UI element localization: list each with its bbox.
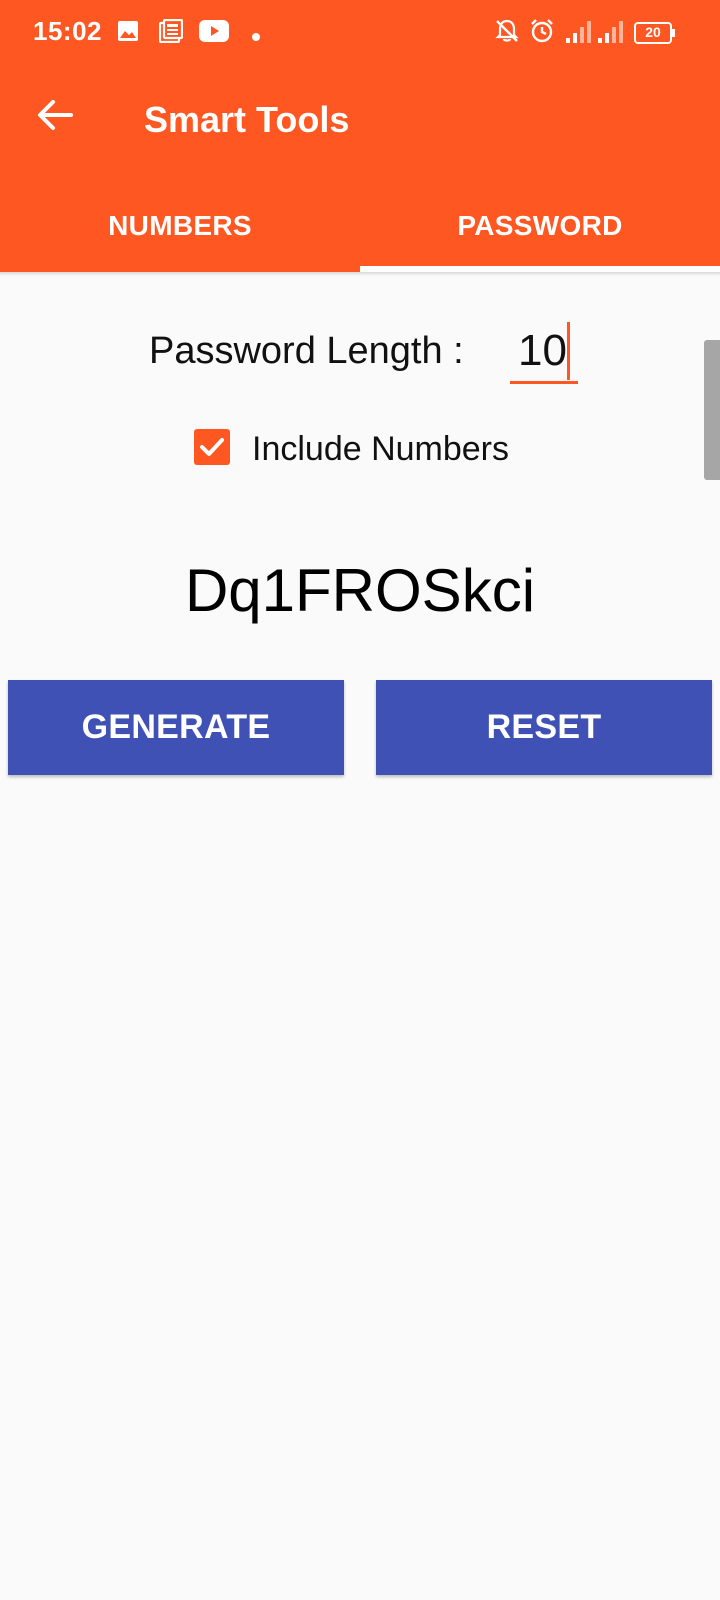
tab-numbers[interactable]: NUMBERS <box>0 180 360 272</box>
include-numbers-label: Include Numbers <box>252 430 510 468</box>
password-length-value: 10 <box>518 326 567 375</box>
signal-icon <box>566 20 594 49</box>
reset-button-label: RESET <box>486 708 602 746</box>
youtube-icon <box>199 20 229 47</box>
signal-icon <box>598 20 626 49</box>
password-length-label: Password Length : <box>149 330 464 372</box>
battery-level: 20 <box>645 24 661 40</box>
reset-button[interactable]: RESET <box>376 680 712 775</box>
dot-icon <box>252 28 260 46</box>
tab-numbers-label: NUMBERS <box>108 210 252 241</box>
arrow-left-icon <box>38 100 73 130</box>
scrollbar[interactable] <box>704 340 720 480</box>
tab-password[interactable]: PASSWORD <box>360 180 720 272</box>
generate-button-label: GENERATE <box>81 708 271 746</box>
check-icon <box>200 438 224 456</box>
password-length-input[interactable]: 10 <box>510 322 578 384</box>
status-bar: 15:02 20 <box>0 0 720 64</box>
text-cursor <box>567 322 570 380</box>
include-numbers-checkbox[interactable] <box>194 429 230 465</box>
toolbar: Smart Tools <box>0 64 720 180</box>
news-icon <box>158 18 184 48</box>
bell-off-icon <box>494 18 520 49</box>
battery-icon: 20 <box>634 22 676 44</box>
back-button[interactable] <box>30 90 80 140</box>
status-time: 15:02 <box>33 16 102 46</box>
image-icon <box>117 20 139 47</box>
tab-bar: NUMBERS PASSWORD <box>0 180 720 272</box>
app-bar-shadow <box>0 272 720 276</box>
alarm-icon <box>529 18 555 49</box>
generate-button[interactable]: GENERATE <box>8 680 344 775</box>
app-bar: 15:02 20 Smart Tools NUMBERS PASSWORD <box>0 0 720 272</box>
page-title: Smart Tools <box>144 99 350 140</box>
generated-password: Dq1FROSkci <box>184 557 536 624</box>
tab-password-label: PASSWORD <box>457 210 623 241</box>
